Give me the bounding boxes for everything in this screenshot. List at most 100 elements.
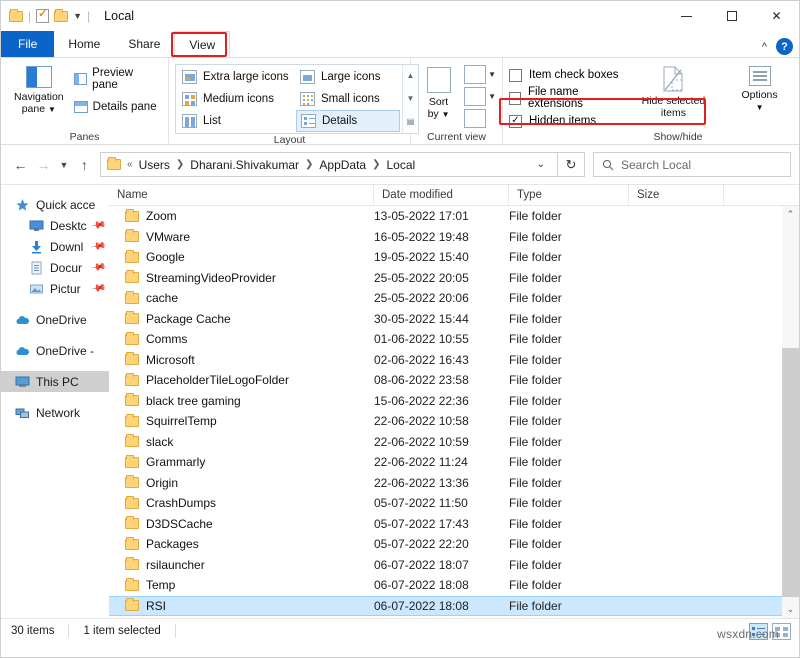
sidebar-item-quick-access[interactable]: Quick acce	[1, 194, 109, 215]
table-row[interactable]: Grammarly 22-06-2022 11:24 File folder	[109, 452, 782, 473]
search-box[interactable]: Search Local	[593, 152, 791, 177]
folder-icon	[125, 208, 139, 222]
table-row[interactable]: rsilauncher 06-07-2022 18:07 File folder	[109, 555, 782, 576]
table-row[interactable]: Temp 06-07-2022 18:08 File folder	[109, 575, 782, 596]
table-row[interactable]: black tree gaming 15-06-2022 22:36 File fo…	[109, 391, 782, 412]
column-header-extra[interactable]	[724, 185, 799, 206]
cell-type: File folder	[509, 516, 562, 531]
table-row[interactable]: Package Cache 30-05-2022 15:44 File folder	[109, 309, 782, 330]
table-row[interactable]: Zoom 13-05-2022 17:01 File folder	[109, 206, 782, 227]
table-row[interactable]: SquirrelTemp 22-06-2022 10:58 File folder	[109, 411, 782, 432]
recent-locations-button[interactable]: ▼	[55, 152, 73, 178]
chevron-right-icon[interactable]: ❯	[174, 159, 186, 170]
chevron-right-icon[interactable]: ❯	[303, 159, 315, 170]
cell-name: Grammarly	[109, 454, 374, 469]
tab-file[interactable]: File	[1, 31, 55, 57]
scrollbar-track[interactable]	[782, 223, 799, 601]
layout-details[interactable]: Details	[296, 110, 400, 132]
table-row[interactable]: CrashDumps 05-07-2022 11:50 File folder	[109, 493, 782, 514]
table-row[interactable]: Packages 05-07-2022 22:20 File folder	[109, 534, 782, 555]
sidebar-item-network[interactable]: Network	[1, 402, 109, 423]
layout-small-icons[interactable]: Small icons	[296, 88, 400, 110]
table-row[interactable]: cache 25-05-2022 20:06 File folder	[109, 288, 782, 309]
column-header-date-modified[interactable]: ⌃ Date modified	[374, 185, 509, 206]
hidden-items-highlight-box	[499, 98, 706, 125]
add-columns-icon[interactable]	[464, 65, 487, 84]
table-row[interactable]: VMware 16-05-2022 19:48 File folder	[109, 227, 782, 248]
sort-by-button[interactable]: Sort by ▼	[417, 63, 460, 121]
details-pane-icon	[73, 100, 88, 113]
table-row[interactable]: Origin 22-06-2022 13:36 File folder	[109, 473, 782, 494]
sidebar-item-this-pc[interactable]: This PC	[1, 371, 109, 392]
previous-locations-dropdown-icon[interactable]: ⌄	[529, 159, 553, 170]
table-row[interactable]: RSI 06-07-2022 18:08 File folder	[109, 595, 782, 616]
scroll-up-icon[interactable]: ⌃	[782, 206, 799, 223]
search-input[interactable]: Search Local	[621, 158, 691, 172]
minimize-button[interactable]	[664, 1, 709, 31]
sidebar-item-downloads[interactable]: Downl 📌	[1, 236, 109, 257]
cell-name: Microsoft	[109, 352, 374, 367]
add-columns-dropdown-icon[interactable]: ▼	[488, 65, 496, 84]
table-row[interactable]: Comms 01-06-2022 10:55 File folder	[109, 329, 782, 350]
navigation-pane-button[interactable]: Navigation pane ▼	[7, 62, 71, 116]
layout-item-label: Extra large icons	[203, 71, 289, 83]
size-all-columns-icon[interactable]	[464, 109, 487, 128]
help-button[interactable]: ?	[776, 38, 793, 55]
tab-home[interactable]: Home	[54, 31, 114, 57]
table-row[interactable]: Microsoft 02-06-2022 16:43 File folder	[109, 350, 782, 371]
column-header-size[interactable]: Size	[629, 185, 724, 206]
column-width-icon[interactable]	[464, 87, 487, 106]
breadcrumb-overflow-icon[interactable]: «	[125, 159, 135, 170]
breadcrumb-local[interactable]: Local	[383, 158, 420, 172]
breadcrumb-appdata[interactable]: AppData	[315, 158, 370, 172]
pin-icon[interactable]: 📌	[90, 217, 107, 233]
maximize-button[interactable]	[709, 1, 754, 31]
forward-button[interactable]: →	[32, 152, 55, 178]
table-row[interactable]: D3DSCache 05-07-2022 17:43 File folder	[109, 514, 782, 535]
table-row[interactable]: Google 19-05-2022 15:40 File folder	[109, 247, 782, 268]
layout-list[interactable]: List	[178, 110, 296, 132]
chevron-right-icon[interactable]: ❯	[370, 159, 382, 170]
pin-icon[interactable]: 📌	[90, 259, 107, 275]
table-row[interactable]: slack 22-06-2022 10:59 File folder	[109, 432, 782, 453]
up-button[interactable]: ↑	[73, 152, 96, 178]
preview-pane-button[interactable]: Preview pane	[71, 67, 162, 91]
column-width-dropdown-icon[interactable]: ▼	[488, 87, 496, 106]
file-list-scrollbar[interactable]: ⌃ ⌄	[782, 206, 799, 618]
breadcrumb-users[interactable]: Users	[135, 158, 174, 172]
layout-extra-large-icons[interactable]: Extra large icons	[178, 66, 296, 88]
sidebar-item-onedrive-business[interactable]: OneDrive -	[1, 340, 109, 361]
details-pane-button[interactable]: Details pane	[71, 96, 162, 117]
folder-icon[interactable]	[9, 8, 23, 22]
new-folder-icon[interactable]	[54, 8, 69, 22]
breadcrumb-bar[interactable]: « Users ❯ Dharani.Shivakumar ❯ AppData ❯…	[100, 152, 558, 177]
customize-qat-dropdown-icon[interactable]: ▼	[73, 11, 82, 21]
layout-large-icons[interactable]: Large icons	[296, 66, 400, 88]
scroll-down-icon[interactable]: ⌄	[782, 601, 799, 618]
sidebar-item-pictures[interactable]: Pictur 📌	[1, 278, 109, 299]
back-button[interactable]: ←	[9, 152, 32, 178]
sidebar-item-desktop[interactable]: Desktc 📌	[1, 215, 109, 236]
refresh-button[interactable]: ↻	[558, 152, 585, 177]
cell-date-modified: 01-06-2022 10:55	[374, 332, 469, 347]
breadcrumb-user[interactable]: Dharani.Shivakumar	[186, 158, 303, 172]
table-row[interactable]: StreamingVideoProvider 25-05-2022 20:05 Fi…	[109, 268, 782, 289]
sidebar-item-documents[interactable]: Docur 📌	[1, 257, 109, 278]
item-check-boxes-checkbox[interactable]	[509, 68, 522, 82]
scrollbar-thumb[interactable]	[782, 347, 799, 598]
item-check-boxes-option[interactable]: Item check boxes	[509, 65, 627, 85]
pin-icon[interactable]: 📌	[90, 238, 107, 254]
layout-medium-icons[interactable]: Medium icons	[178, 88, 296, 110]
sidebar-item-onedrive[interactable]: OneDrive	[1, 309, 109, 330]
properties-icon[interactable]	[36, 7, 50, 23]
options-button[interactable]: Options ▼	[732, 62, 787, 114]
column-header-type[interactable]: Type	[509, 185, 629, 206]
table-row[interactable]: PlaceholderTileLogoFolder 08-06-2022 23:5…	[109, 370, 782, 391]
collapse-ribbon-icon[interactable]: ^	[762, 41, 767, 53]
file-name-label: D3DSCache	[146, 516, 213, 531]
column-header-name[interactable]: Name	[109, 185, 374, 206]
tab-share[interactable]: Share	[114, 31, 174, 57]
cell-name: rsilauncher	[109, 557, 374, 572]
close-button[interactable]: ✕	[754, 1, 799, 31]
pin-icon[interactable]: 📌	[90, 280, 107, 296]
